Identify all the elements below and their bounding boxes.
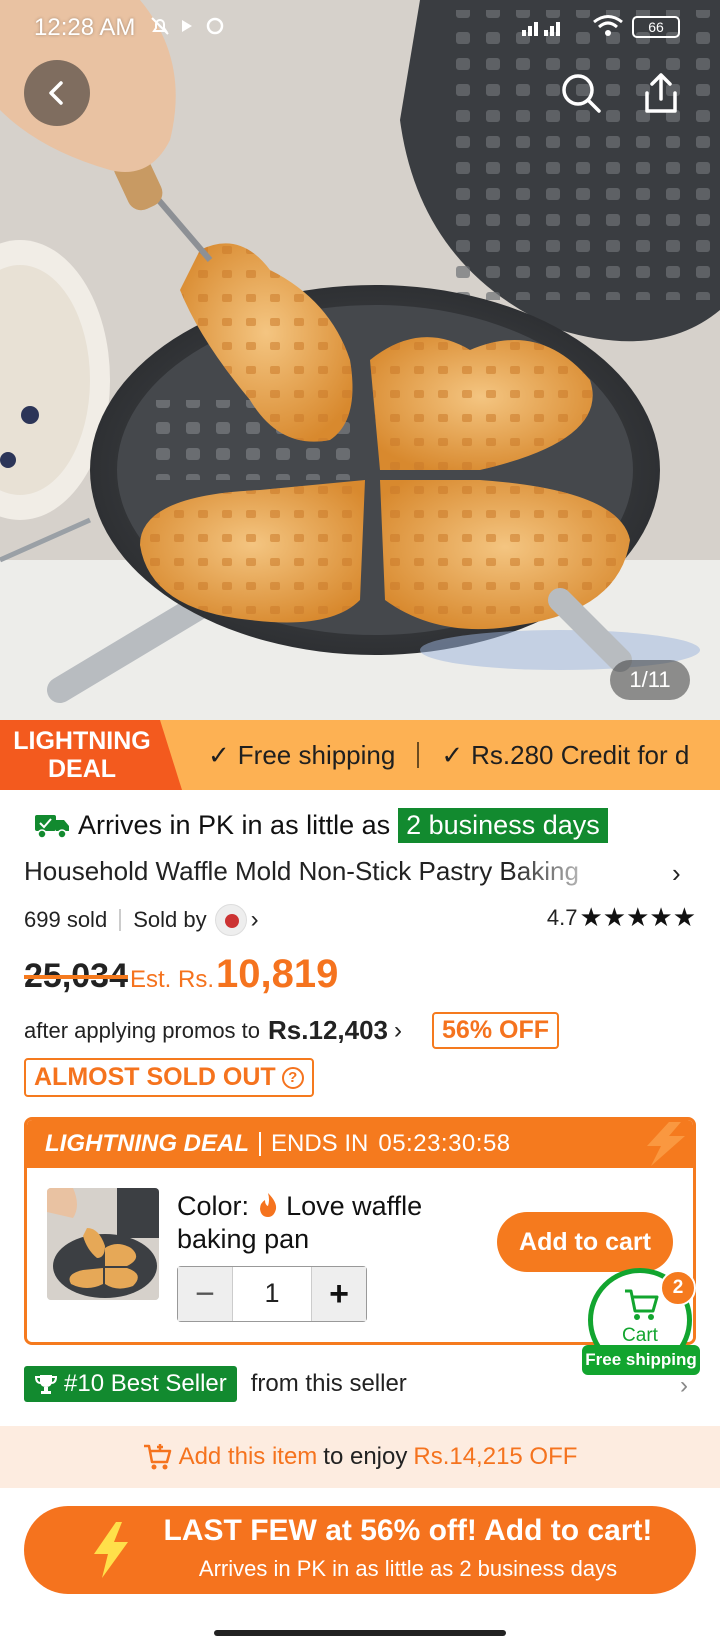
best-seller-text: #10 Best Seller [64,1370,227,1397]
lightning-deal-badge: LIGHTNING DEAL [0,720,182,790]
cta-sub-text: Arrives in PK in as little as 2 business… [198,1556,618,1581]
product-rating[interactable]: 4.7 ★★★★★ [547,902,696,933]
deal-label: LIGHTNING DEAL [45,1130,249,1157]
strip-items: ✓ Free shipping ✓ Rs.280 Credit for d [208,720,689,790]
status-bar: 12:28 AM 66 [0,0,720,56]
rating-value: 4.7 [546,904,578,930]
cart-label: Cart [622,1325,658,1346]
promo-part3: Rs.14,215 OFF [413,1443,578,1470]
seller-avatar[interactable] [214,904,247,936]
price-row: 25,034 Est. Rs. 10,819 [24,952,338,997]
cart-count-badge: 2 [660,1270,696,1306]
mute-bell-icon [151,17,169,35]
est-label: Est. Rs. [130,966,215,993]
promo-part2: to enjoy [323,1443,408,1470]
status-time: 12:28 AM [34,14,136,41]
back-icon [49,81,63,105]
back-button[interactable] [24,60,90,126]
sold-row: 699 sold Sold by › [24,904,259,936]
add-to-cart-button[interactable]: Add to cart [497,1212,673,1272]
divider [119,909,122,931]
add-item-promo-banner[interactable]: Add this item to enjoy Rs.14,215 OFF [0,1426,720,1488]
variant-thumbnail[interactable] [47,1188,159,1300]
delivery-days-badge: 2 business days [398,808,608,843]
almost-sold-out-text: ALMOST SOLD OUT [34,1063,276,1091]
battery-indicator: 66 [632,16,680,38]
quantity-value[interactable]: 1 [232,1267,312,1321]
play-icon [182,20,192,32]
deal-header: LIGHTNING DEAL ENDS IN 05:23:30:58 [27,1120,693,1168]
chevron-right-icon[interactable]: › [672,858,681,889]
countdown-timer: 05:23:30:58 [378,1130,511,1157]
star-rating-icon: ★★★★★ [579,902,696,932]
color-label: Color: [177,1191,250,1221]
delivery-estimate: Arrives in PK in as little as 2 business… [34,808,608,843]
chevron-right-icon[interactable]: › [251,906,259,934]
best-seller-subtext: from this seller [250,1370,407,1397]
best-seller-row[interactable]: #10 Best Seller from this seller [24,1366,407,1402]
last-few-add-to-cart-button[interactable]: LAST FEW at 56% off! Add to cart! Arrive… [24,1506,696,1594]
divider [259,1132,261,1156]
promo-part1: Add this item [178,1443,318,1470]
promo-price-row[interactable]: after applying promos to Rs.12,403 › 56%… [24,1012,559,1049]
increment-button[interactable]: + [312,1267,366,1321]
check-icon: ✓ [441,739,464,770]
sold-by-label: Sold by [133,907,207,932]
cart-icon [625,1289,659,1320]
bolt-icon [647,1122,685,1166]
best-seller-badge: #10 Best Seller [24,1366,237,1402]
wifi-icon [593,15,623,36]
truck-icon [35,814,69,839]
current-price: 10,819 [216,952,339,996]
home-indicator[interactable] [214,1630,506,1636]
search-button[interactable] [548,60,614,126]
question-icon: ? [281,1066,304,1089]
chevron-right-icon: › [394,1016,403,1044]
trophy-icon [34,1375,58,1394]
variant-image [47,1188,159,1300]
divider [417,742,420,768]
almost-sold-out-badge[interactable]: ALMOST SOLD OUT ? [24,1058,314,1097]
signal-icon [522,22,560,36]
image-counter: 1/11 [610,660,690,700]
flame-icon [259,1193,276,1217]
chat-icon [206,17,224,35]
badge-line1: LIGHTNING [13,727,151,755]
quantity-stepper: − 1 + [177,1266,367,1322]
bolt-icon [94,1522,128,1578]
delivery-prefix: Arrives in PK in as little as [78,810,391,840]
decrement-button[interactable]: − [178,1267,232,1321]
discount-badge: 56% OFF [432,1012,559,1049]
promo-strip[interactable]: LIGHTNING DEAL ✓ Free shipping ✓ Rs.280 … [0,720,720,790]
cart-plus-icon [143,1444,171,1470]
variant-color[interactable]: Color: Love waffle baking pan [177,1190,457,1256]
check-icon: ✓ [208,739,230,770]
after-promo-price: Rs.12,403 [268,1015,389,1045]
share-button[interactable] [628,60,694,126]
sold-count: 699 sold [24,907,108,932]
credit-text: Rs.280 Credit for d [471,739,690,770]
title-fade [510,854,640,890]
product-image-gallery[interactable]: 12:28 AM 66 1/11 [0,0,720,720]
share-icon [645,73,677,113]
cta-main-text: LAST FEW at 56% off! Add to cart! [163,1514,653,1547]
ends-in-label: ENDS IN [271,1130,369,1157]
after-promo-text: after applying promos to [24,1017,261,1043]
cart-free-shipping-tag: Free shipping [582,1345,700,1375]
search-icon [562,74,601,113]
chevron-right-icon[interactable]: › [680,1372,688,1400]
free-shipping-text: Free shipping [237,739,396,770]
original-price: 25,034 [24,957,128,995]
badge-line2: DEAL [47,755,117,783]
